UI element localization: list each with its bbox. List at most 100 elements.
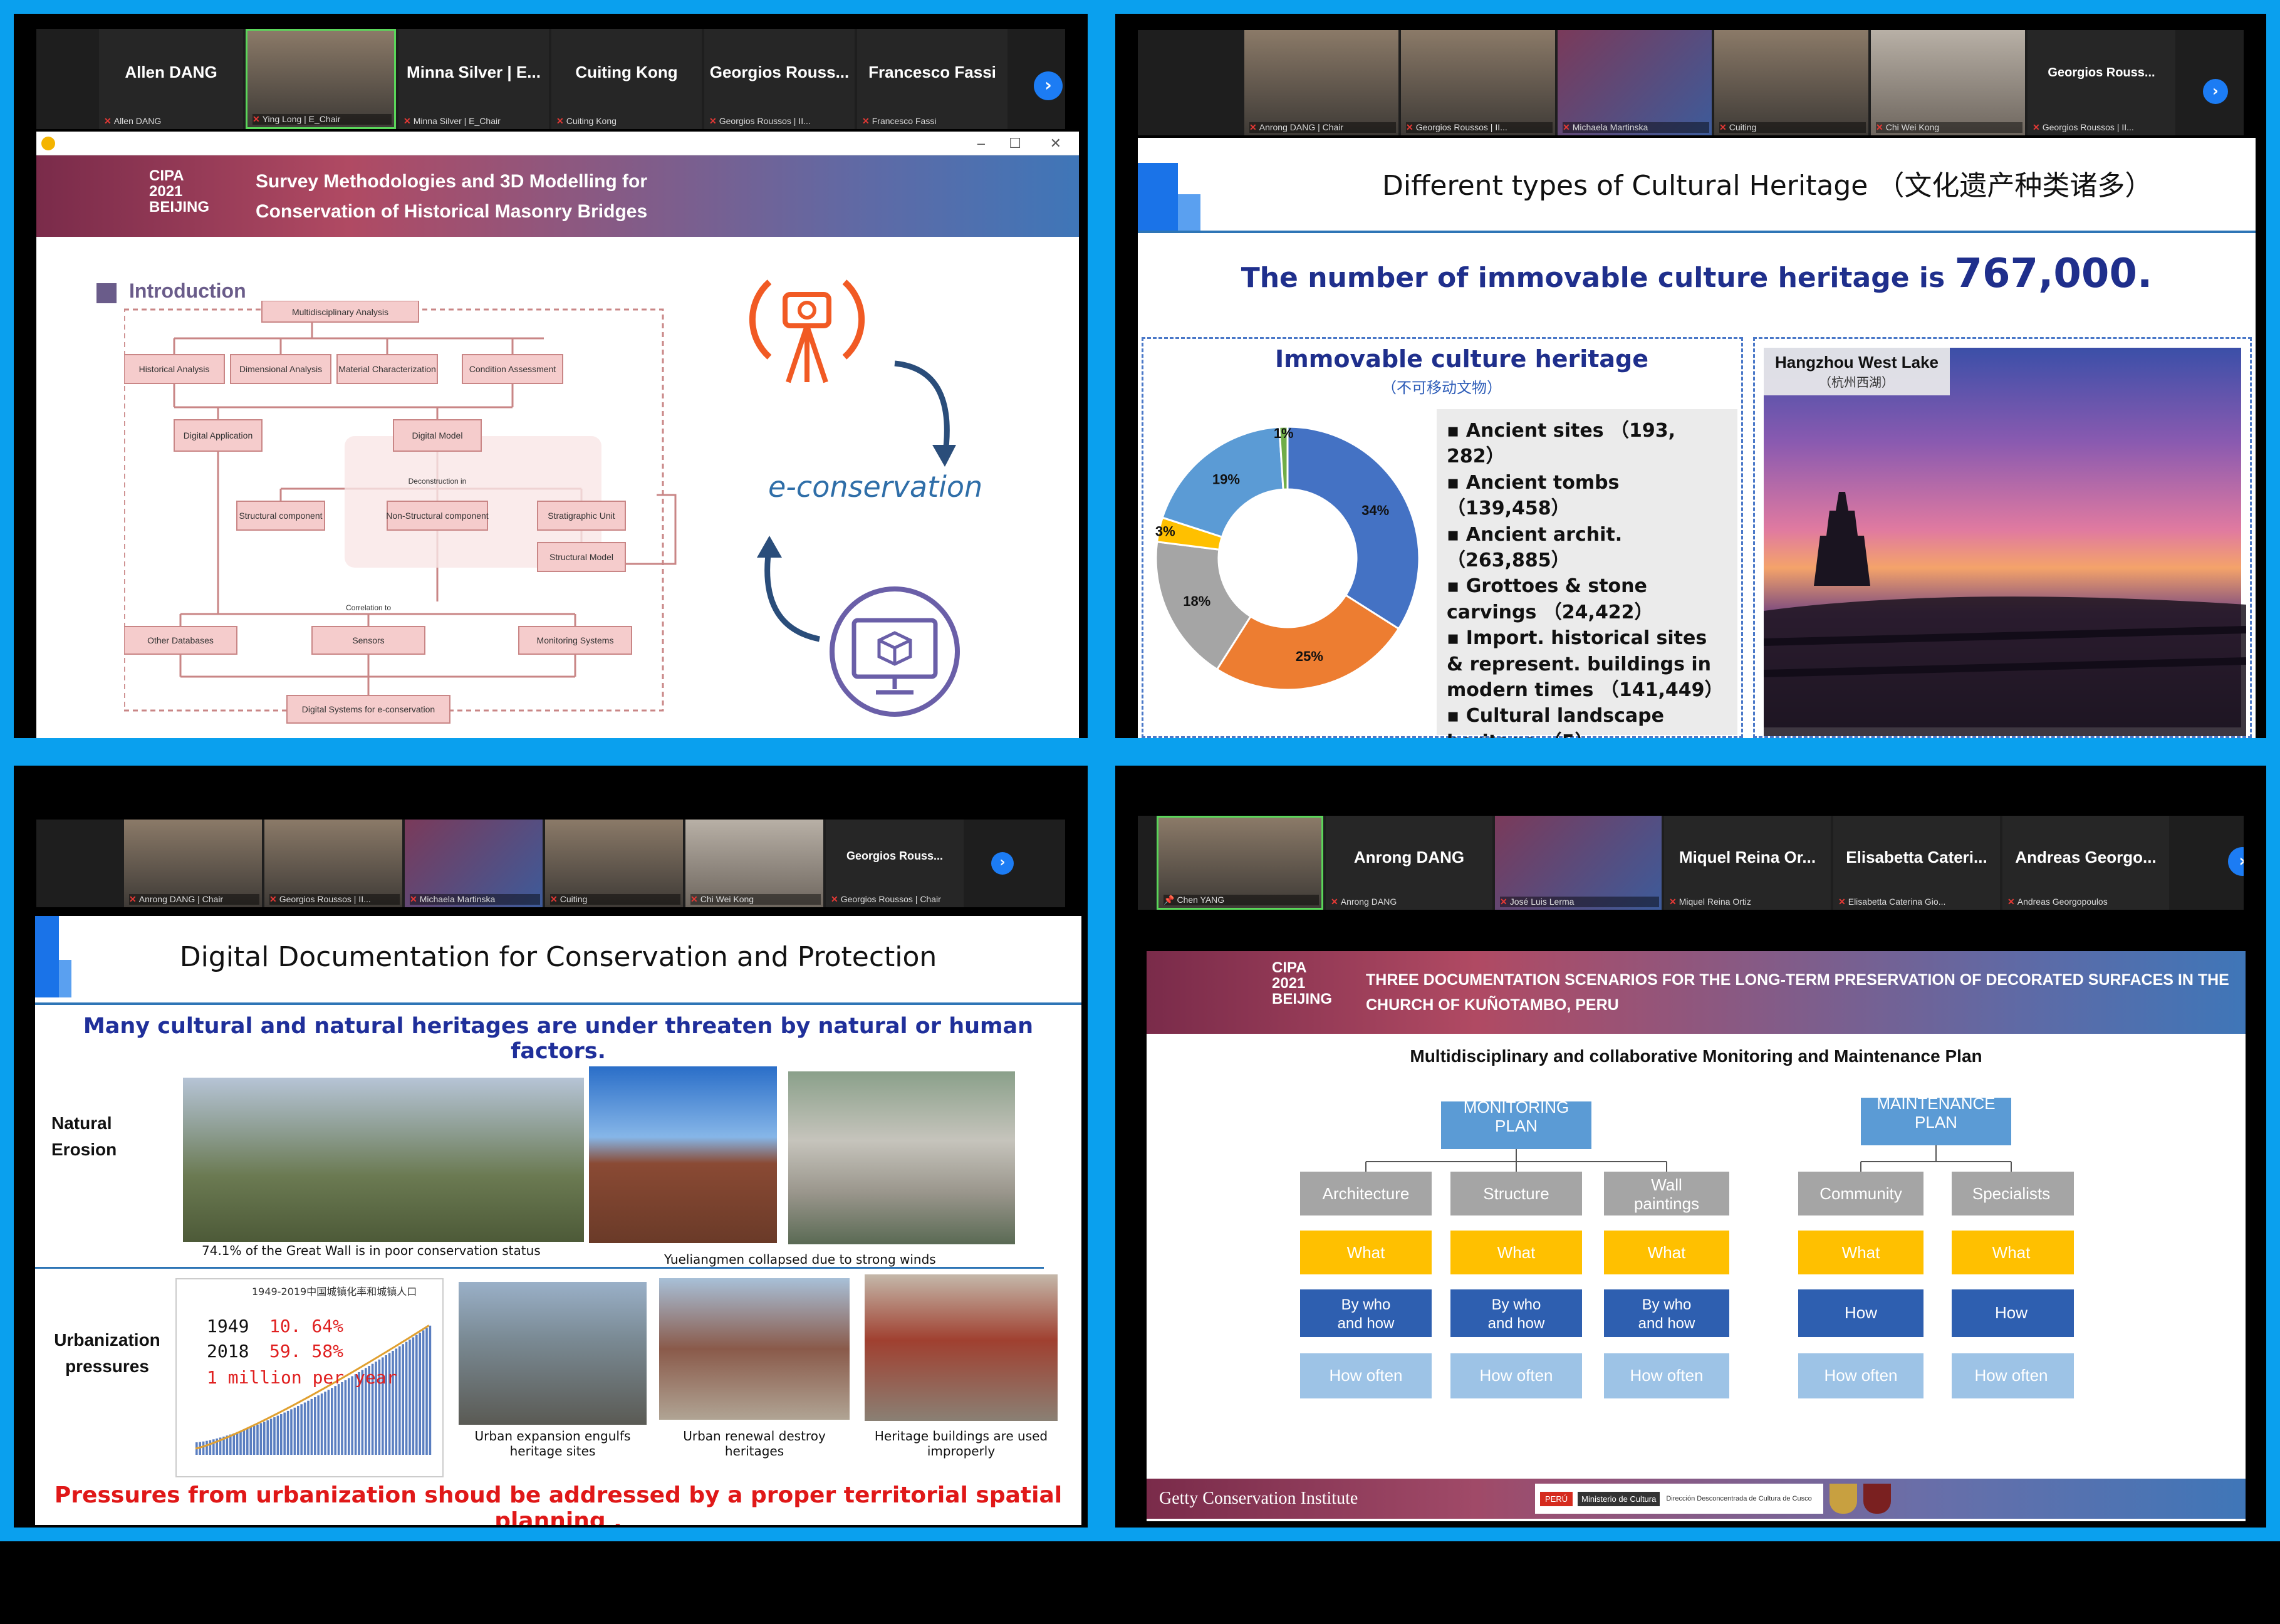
participant-video[interactable]: ✕ José Luis Lerma — [1495, 816, 1662, 910]
maintenance-plan-chart: MONITORING PLAN MAINTENANCE PLAN Architect… — [1300, 1094, 2074, 1398]
often-box: How often — [1974, 1366, 2048, 1385]
next-participants-button[interactable]: › — [2228, 847, 2244, 876]
slice-label: 18% — [1183, 593, 1210, 609]
urban-bar — [252, 1425, 256, 1455]
column-header: Community — [1819, 1184, 1902, 1203]
node-label: Deconstruction in — [409, 477, 467, 486]
getty-label: Getty Conservation Institute — [1159, 1489, 1358, 1508]
node-label: Material Characterization — [338, 364, 436, 374]
urban-bar — [239, 1431, 242, 1455]
section-divider — [35, 1267, 1044, 1269]
participant-video[interactable]: ✕ Chi Wei Kong — [1871, 30, 2025, 135]
section-bullet — [96, 283, 117, 303]
participant-video[interactable]: ✕ Ying Long | E_Chair — [246, 29, 396, 129]
urban-bar — [236, 1432, 239, 1455]
urban-bar — [307, 1400, 310, 1455]
node-label: Multidisciplinary Analysis — [292, 307, 388, 317]
urban-bar — [344, 1380, 347, 1455]
often-box: How often — [1824, 1366, 1897, 1385]
urban-bar — [429, 1325, 432, 1455]
close-button[interactable]: ✕ — [1050, 135, 1061, 152]
app-icon — [41, 137, 55, 150]
participant-tile[interactable]: Georgios Rouss... ✕ Georgios Roussos | II.… — [2028, 30, 2175, 135]
slice-label: 3% — [1155, 523, 1175, 539]
next-participants-button[interactable]: › — [1034, 71, 1063, 100]
participant-video[interactable]: ✕ Georgios Roussos | II... — [264, 820, 402, 907]
urban-bar — [273, 1417, 276, 1455]
slide-subtitle: Multidisciplinary and collaborative Moni… — [1410, 1046, 1982, 1066]
urban-bar — [425, 1328, 428, 1455]
urban-bar — [398, 1346, 401, 1455]
photo-caption: Heritage buildings are used improperly — [874, 1429, 1048, 1459]
participant-tile[interactable]: Georgios Rouss... ✕ Georgios Roussos | II.… — [704, 29, 855, 129]
participant-video[interactable]: 📌 Chen YANG — [1157, 816, 1323, 910]
urban-bar — [415, 1335, 418, 1455]
urban-bar — [249, 1427, 252, 1455]
urban-bar — [422, 1330, 425, 1455]
urban-bar — [303, 1402, 306, 1455]
list-item: ▪ Ancient sites （193, 282） — [1447, 420, 1676, 468]
node-label: Digital Application — [184, 430, 253, 440]
urban-bar — [314, 1397, 316, 1455]
participant-video[interactable]: ✕ Michaela Martinska — [1558, 30, 1712, 135]
participant-tile[interactable]: Georgios Rouss... ✕ Georgios Roussos | Cha… — [826, 820, 964, 907]
how-box: How — [1845, 1303, 1877, 1322]
cycle-arrow-icon — [757, 536, 820, 642]
photo-caption: Urban renewal destroy heritages — [683, 1429, 826, 1459]
participant-video[interactable]: ✕ Anrong DANG | Chair — [1244, 30, 1398, 135]
participant-tile[interactable]: Francesco Fassi ✕ Francesco Fassi — [857, 29, 1007, 129]
urban-bar — [348, 1378, 350, 1455]
list-item: ▪ Grottoes & stone carvings （24,422） — [1447, 575, 1653, 623]
computer-cube-icon — [830, 586, 960, 717]
participant-strip: ✕ Anrong DANG | Chair ✕ Georgios Roussos |… — [36, 820, 1065, 907]
slide-footer-band: Getty Conservation Institute PERÚ Minist… — [1147, 1479, 2246, 1519]
pagoda-silhouette — [1764, 492, 2246, 736]
urban-bar — [409, 1340, 411, 1455]
urban-bar — [266, 1420, 269, 1455]
what-box: What — [1648, 1243, 1686, 1262]
participant-tile[interactable]: Minna Silver | E... ✕ Minna Silver | E_Cha… — [398, 29, 549, 129]
urban-bar — [202, 1441, 205, 1455]
urban-bar — [290, 1409, 293, 1455]
node-label: Digital Model — [412, 430, 463, 440]
participant-tile[interactable]: Miquel Reina Or... ✕ Miquel Reina Ortiz — [1664, 816, 1831, 910]
stat-line: The number of immovable culture heritage… — [1241, 251, 2153, 297]
participant-strip: Allen DANG ✕ Allen DANG ✕ Ying Long | E_Cha… — [36, 29, 1065, 129]
participant-video[interactable]: ✕ Chi Wei Kong — [685, 820, 823, 907]
urban-bar — [351, 1376, 353, 1455]
urban-bar — [310, 1398, 313, 1455]
participant-video[interactable]: ✕ Anrong DANG | Chair — [124, 820, 262, 907]
slide-subtitle: Many cultural and natural heritages are … — [83, 1014, 1034, 1064]
minimize-button[interactable]: – — [977, 135, 985, 152]
participant-video[interactable]: ✕ Cuiting — [1714, 30, 1868, 135]
urban-bar — [206, 1440, 208, 1455]
slide-title: Digital Documentation for Conservation a… — [179, 941, 937, 973]
photo-caption: Yueliangmen collapsed due to strong wind… — [664, 1252, 936, 1267]
donut-chart: 34% 25% 18% 3% 19% 1% — [1155, 425, 1420, 691]
urban-bar — [259, 1423, 263, 1455]
legend-list: ▪ Ancient sites （193, 282） ▪ Ancient tom… — [1437, 409, 1737, 738]
quadrant-bottom-right: 📌 Chen YANG Anrong DANG ✕ Anrong DANG ✕ José… — [1101, 752, 2280, 1541]
photo-label: Hangzhou West Lake （杭州西湖） — [1764, 348, 1950, 395]
column-header: Structure — [1483, 1184, 1549, 1203]
maximize-button[interactable]: ☐ — [1009, 135, 1021, 152]
participant-tile[interactable]: Elisabetta Cateri... ✕ Elisabetta Caterina… — [1833, 816, 2000, 910]
slide-footer: Pressures from urbanization shoud be add… — [54, 1482, 1063, 1525]
participant-tile[interactable]: Anrong DANG ✕ Anrong DANG — [1326, 816, 1492, 910]
urban-bar — [324, 1392, 326, 1455]
next-participants-button[interactable]: › — [991, 852, 1014, 875]
what-box: What — [1497, 1243, 1536, 1262]
natural-erosion-label: Natural Erosion — [51, 1113, 117, 1159]
participant-video[interactable]: ✕ Cuiting — [545, 820, 683, 907]
node-label: Correlation to — [346, 603, 391, 612]
column-header: Architecture — [1323, 1184, 1410, 1203]
next-participants-button[interactable]: › — [2203, 79, 2228, 104]
urban-bar — [232, 1433, 235, 1455]
slide-title: Different types of Cultural Heritage （文化… — [1382, 170, 2153, 202]
participant-tile[interactable]: Cuiting Kong ✕ Cuiting Kong — [551, 29, 702, 129]
participant-video[interactable]: ✕ Georgios Roussos | II... — [1401, 30, 1555, 135]
participant-tile[interactable]: Allen DANG ✕ Allen DANG — [99, 29, 243, 129]
participant-tile[interactable]: Andreas Georgo... ✕ Andreas Georgopoulos — [2002, 816, 2169, 910]
participant-video[interactable]: ✕ Michaela Martinska — [405, 820, 543, 907]
node-label: Digital Systems for e-conservation — [302, 704, 435, 714]
